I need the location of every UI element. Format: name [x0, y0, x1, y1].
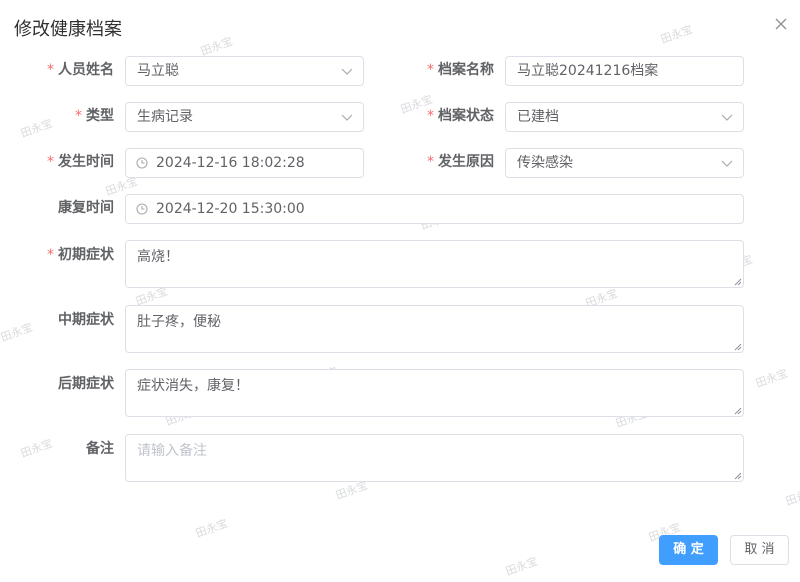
confirm-button[interactable]: 确 定: [659, 535, 718, 565]
early-symptom-textarea[interactable]: 高烧！: [125, 240, 744, 288]
type-label: * 类型: [75, 108, 114, 124]
middle-symptom-textarea[interactable]: 肚子疼，便秘: [125, 305, 744, 353]
watermark: 田永宝: [658, 22, 695, 47]
required-asterisk: *: [47, 247, 54, 263]
middle-symptom-value: 肚子疼，便秘: [137, 314, 221, 330]
archive-name-label: * 档案名称: [427, 62, 494, 78]
resize-handle-icon[interactable]: [734, 343, 742, 351]
type-value: 生病记录: [137, 109, 193, 125]
watermark: 田永宝: [783, 484, 800, 509]
occur-time-label: * 发生时间: [47, 154, 114, 170]
late-symptom-value: 症状消失，康复！: [137, 378, 249, 394]
watermark: 田永宝: [753, 366, 790, 391]
recover-time-value: 2024-12-20 15:30:00: [156, 201, 305, 217]
remark-label: 备注: [86, 441, 114, 457]
type-select[interactable]: 生病记录: [125, 102, 364, 132]
resize-handle-icon[interactable]: [734, 278, 742, 286]
required-asterisk: *: [47, 154, 54, 170]
archive-status-select[interactable]: 已建档: [505, 102, 744, 132]
required-asterisk: *: [75, 108, 82, 124]
chevron-down-icon: [341, 68, 353, 75]
remark-placeholder: 请输入备注: [137, 443, 207, 459]
remark-textarea[interactable]: 请输入备注: [125, 434, 744, 482]
watermark: 田永宝: [193, 516, 230, 541]
archive-status-label: * 档案状态: [427, 108, 494, 124]
middle-symptom-label: 中期症状: [58, 312, 114, 328]
occur-reason-value: 传染感染: [517, 155, 573, 171]
recover-time-picker[interactable]: 2024-12-20 15:30:00: [125, 194, 744, 224]
recover-time-label: 康复时间: [58, 200, 114, 216]
clock-icon: [136, 157, 148, 169]
required-asterisk: *: [47, 62, 54, 78]
required-asterisk: *: [427, 108, 434, 124]
required-asterisk: *: [427, 62, 434, 78]
early-symptom-value: 高烧！: [137, 249, 179, 265]
archive-name-value: 马立聪20241216档案: [517, 63, 659, 79]
resize-handle-icon[interactable]: [734, 407, 742, 415]
dialog-title: 修改健康档案: [14, 19, 122, 40]
required-asterisk: *: [427, 154, 434, 170]
clock-icon: [136, 203, 148, 215]
occur-reason-label: * 发生原因: [427, 154, 494, 170]
late-symptom-textarea[interactable]: 症状消失，康复！: [125, 369, 744, 417]
archive-name-input[interactable]: 马立聪20241216档案: [505, 56, 744, 86]
edit-health-archive-dialog: 修改健康档案 田永宝 田永宝 田永宝 田永宝 田永宝 田永宝 田永宝 田永宝 田…: [0, 0, 800, 582]
occur-time-picker[interactable]: 2024-12-16 18:02:28: [125, 148, 364, 178]
person-name-value: 马立聪: [137, 63, 179, 79]
person-name-label: * 人员姓名: [47, 62, 114, 78]
occur-reason-select[interactable]: 传染感染: [505, 148, 744, 178]
close-icon[interactable]: [774, 17, 788, 31]
resize-handle-icon[interactable]: [734, 472, 742, 480]
late-symptom-label: 后期症状: [58, 376, 114, 392]
chevron-down-icon: [341, 114, 353, 121]
occur-time-value: 2024-12-16 18:02:28: [156, 155, 305, 171]
archive-status-value: 已建档: [517, 109, 559, 125]
chevron-down-icon: [721, 160, 733, 167]
person-name-select[interactable]: 马立聪: [125, 56, 364, 86]
chevron-down-icon: [721, 114, 733, 121]
cancel-button[interactable]: 取 消: [730, 535, 789, 565]
watermark: 田永宝: [503, 554, 540, 579]
early-symptom-label: * 初期症状: [47, 247, 114, 263]
